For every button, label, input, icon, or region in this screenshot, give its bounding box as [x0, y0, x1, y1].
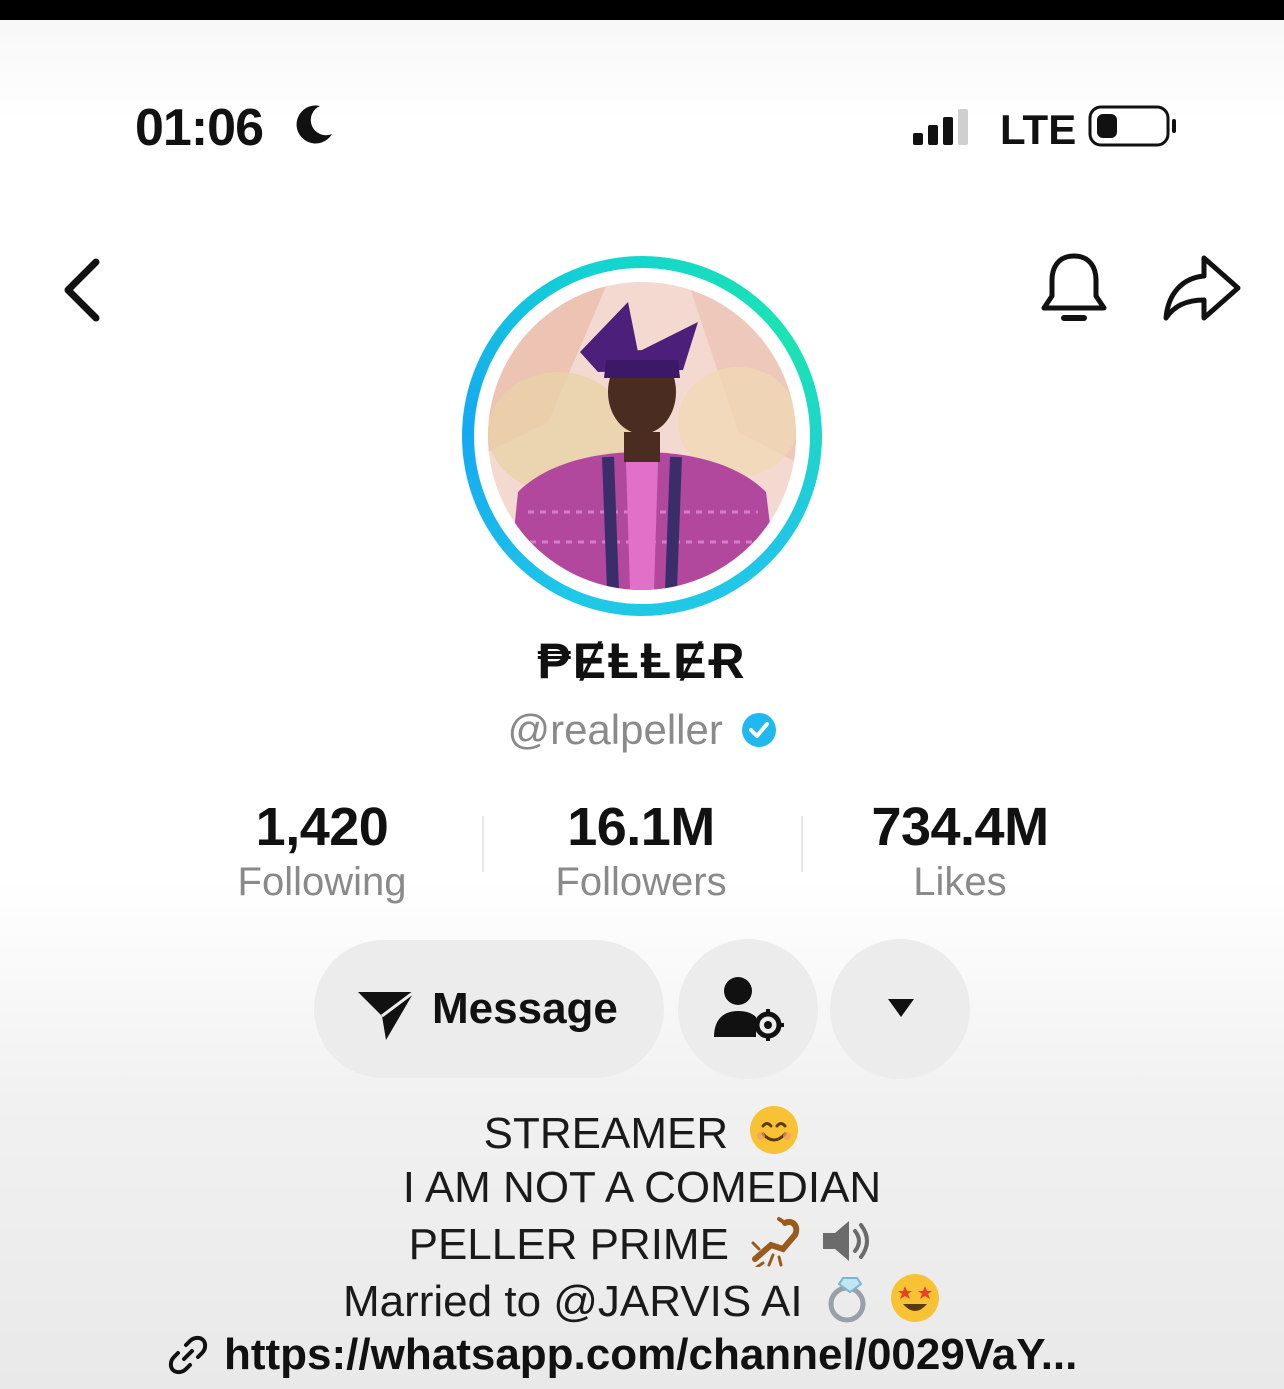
back-icon[interactable] [56, 256, 112, 324]
bio-link-text: https://whatsapp.com/channel/0029VaY... [224, 1330, 1078, 1379]
stat-followers[interactable]: 16.1M Followers [481, 796, 801, 905]
bio-link[interactable]: https://whatsapp.com/channel/0029VaY... [166, 1330, 1077, 1380]
send-icon [358, 990, 415, 1040]
likes-count: 734.4M [871, 797, 1049, 857]
user-settings-button[interactable] [678, 939, 818, 1079]
bio-line-3-text: PELLER PRIME [408, 1220, 729, 1269]
stat-likes[interactable]: 734.4M Likes [800, 796, 1120, 905]
likes-label: Likes [913, 860, 1007, 904]
bio-line-2: I AM NOT A COMEDIAN [402, 1163, 882, 1212]
bio-line-4: Married to @JARVIS AI [0, 1272, 1284, 1329]
message-button-label: Message [432, 984, 618, 1033]
status-time: 01:06 [135, 99, 264, 157]
bio-line-4-text: Married to @JARVIS AI [342, 1277, 803, 1326]
stat-following[interactable]: 1,420 Following [162, 796, 482, 905]
following-count: 1,420 [255, 797, 389, 857]
user-settings-icon [714, 977, 784, 1041]
battery-icon [1088, 105, 1176, 147]
ring-emoji-icon [828, 1277, 866, 1323]
share-icon[interactable] [1160, 252, 1242, 324]
display-name: ₱ɆⱠⱠɆɌ [537, 633, 747, 689]
bio: STREAMER I AM NOT A COMEDIAN PELLER PRIM… [0, 1104, 1284, 1329]
bio-line-1-text: STREAMER [483, 1109, 729, 1158]
bio-line-1: STREAMER [0, 1104, 1284, 1161]
avatar-image [488, 282, 796, 590]
verified-badge-icon [741, 713, 776, 747]
more-options-button[interactable] [830, 939, 970, 1079]
chevron-down-icon [888, 999, 914, 1017]
message-button[interactable]: Message [314, 940, 664, 1078]
star-struck-emoji-icon [891, 1274, 940, 1322]
link-icon [168, 1335, 208, 1375]
smile-emoji-icon [750, 1106, 799, 1154]
bio-line-3: PELLER PRIME [0, 1215, 1284, 1272]
network-type: LTE [1000, 106, 1077, 153]
speaker-emoji-icon [823, 1221, 870, 1261]
handle: @realpeller [507, 706, 723, 753]
moon-icon [296, 105, 332, 144]
handle-row: @realpeller [0, 706, 1284, 754]
bell-icon[interactable] [1036, 250, 1112, 328]
followers-label: Followers [555, 860, 727, 904]
followers-count: 16.1M [567, 797, 715, 857]
scorpion-emoji-icon [751, 1217, 800, 1267]
avatar[interactable] [488, 282, 796, 590]
top-black-bar [0, 0, 1284, 20]
following-label: Following [237, 860, 407, 904]
signal-icon [913, 109, 968, 145]
